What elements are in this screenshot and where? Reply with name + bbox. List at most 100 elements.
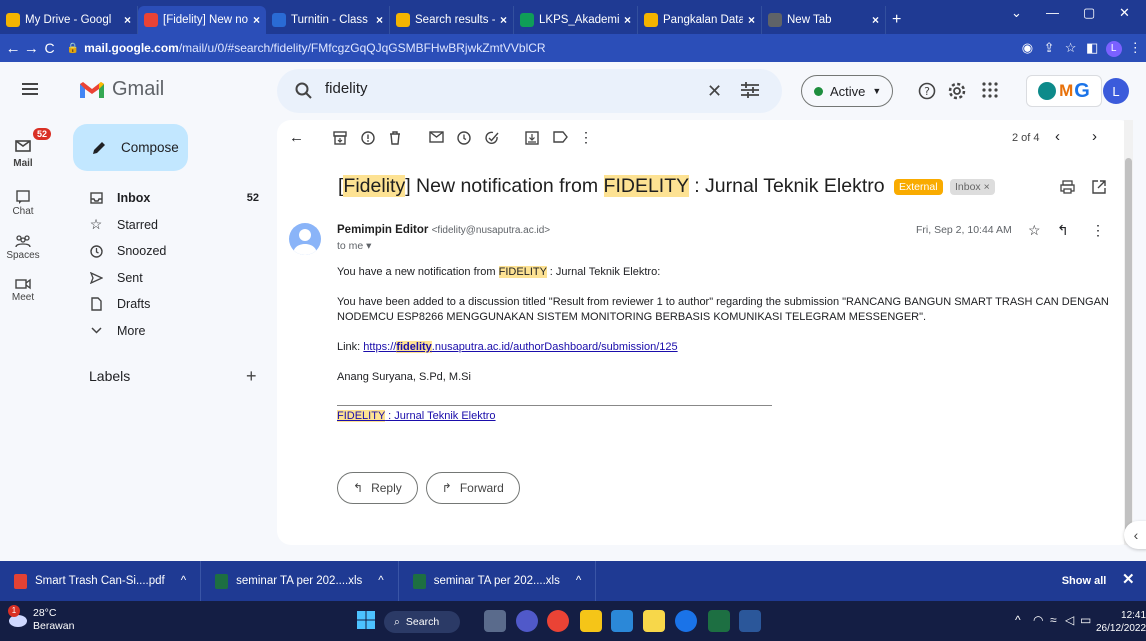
search-input[interactable]	[325, 80, 655, 97]
minimize-button[interactable]: —	[1046, 5, 1059, 20]
word-icon[interactable]	[739, 610, 761, 632]
back-arrow-icon[interactable]: ←	[4, 40, 22, 57]
mark-unread-icon[interactable]	[429, 131, 444, 143]
task-view-icon[interactable]	[484, 610, 506, 632]
reply-button[interactable]: ↰ Reply	[337, 472, 418, 504]
system-clock[interactable]: 12:41 26/12/2022	[1096, 609, 1146, 635]
account-avatar[interactable]: L	[1103, 78, 1129, 104]
archive-icon[interactable]	[333, 131, 347, 145]
volume-icon[interactable]: ◁	[1065, 613, 1074, 627]
star-message-icon[interactable]: ☆	[1028, 222, 1041, 239]
nav-item-inbox[interactable]: Inbox 52	[64, 185, 269, 212]
sender-name[interactable]: Pemimpin Editor	[337, 224, 428, 236]
tab-close-icon[interactable]: ×	[748, 13, 755, 27]
forward-button[interactable]: ↱ Forward	[425, 472, 520, 504]
browser-tab[interactable]: New Tab ×	[762, 6, 886, 34]
reply-arrow-icon[interactable]: ↰	[1057, 222, 1069, 239]
bookmark-star-icon[interactable]: ☆	[1060, 40, 1082, 56]
chat-app-icon[interactable]	[516, 610, 538, 632]
report-spam-icon[interactable]	[361, 131, 375, 145]
profile-avatar[interactable]: L	[1103, 39, 1125, 57]
chrome-profile-icon[interactable]	[675, 610, 697, 632]
more-options-icon[interactable]: ⋮	[579, 129, 593, 146]
windows-start-icon[interactable]	[356, 610, 378, 632]
print-icon[interactable]	[1060, 180, 1075, 194]
mail-app-icon[interactable]	[611, 610, 633, 632]
download-item[interactable]: Smart Trash Can-Si....pdf ^	[0, 561, 202, 601]
browser-tab[interactable]: [Fidelity] New no ×	[138, 6, 266, 34]
add-label-button[interactable]: +	[246, 366, 257, 387]
inbox-label-chip[interactable]: Inbox ×	[949, 178, 995, 195]
network-icon[interactable]: ◠	[1033, 613, 1043, 627]
organization-logo[interactable]: M G	[1026, 75, 1102, 107]
nav-item-snoozed[interactable]: Snoozed	[64, 238, 269, 265]
browser-menu-icon[interactable]: ⋮	[1124, 40, 1146, 56]
journal-footer-link[interactable]: FIDELITY : Jurnal Teknik Elektro	[337, 409, 1117, 424]
back-to-list-icon[interactable]: ←	[289, 129, 304, 146]
rail-meet[interactable]: Meet	[0, 278, 46, 303]
main-menu-icon[interactable]	[22, 82, 38, 96]
recipient-dropdown[interactable]: to me ▾	[337, 240, 371, 252]
delete-icon[interactable]	[389, 131, 401, 145]
browser-tab[interactable]: Search results - C ×	[390, 6, 514, 34]
move-to-icon[interactable]	[525, 131, 539, 145]
tab-close-icon[interactable]: ×	[872, 13, 879, 27]
weather-widget[interactable]: 1 28°C Berawan	[6, 605, 74, 633]
search-bar[interactable]: ✕	[277, 69, 782, 113]
excel-icon[interactable]	[708, 610, 730, 632]
url-field[interactable]: 🔒 mail.google.com /mail/u/0/#search/fide…	[67, 37, 957, 59]
compose-button[interactable]: Compose	[73, 124, 188, 171]
label-icon[interactable]	[553, 131, 568, 143]
forward-arrow-icon[interactable]: →	[22, 40, 40, 57]
message-more-icon[interactable]: ⋮	[1091, 222, 1105, 239]
add-task-icon[interactable]	[485, 131, 500, 145]
sticky-notes-icon[interactable]	[643, 610, 665, 632]
scrollbar[interactable]	[1124, 120, 1133, 545]
status-dropdown[interactable]: Active ▼	[801, 75, 893, 107]
older-chevron-icon[interactable]: ›	[1092, 128, 1097, 145]
nav-item-drafts[interactable]: Drafts	[64, 291, 269, 318]
maximize-button[interactable]: ▢	[1083, 5, 1095, 21]
snooze-icon[interactable]	[457, 131, 471, 145]
tab-close-icon[interactable]: ×	[500, 13, 507, 27]
tab-search-chevron-icon[interactable]: ⌄	[1011, 5, 1022, 21]
wifi-icon[interactable]: ≈	[1050, 613, 1057, 627]
side-panel-toggle[interactable]: ‹	[1124, 521, 1146, 549]
tab-close-icon[interactable]: ×	[624, 13, 631, 27]
search-options-icon[interactable]	[741, 82, 759, 98]
nav-item-starred[interactable]: ☆ Starred	[64, 212, 269, 239]
extension-icon[interactable]: ◉	[1017, 40, 1039, 56]
clear-search-icon[interactable]: ✕	[707, 81, 722, 102]
rail-chat[interactable]: Chat	[0, 190, 46, 217]
submission-link[interactable]: https://fidelity.nusaputra.ac.id/authorD…	[363, 341, 678, 353]
chrome-icon[interactable]	[547, 610, 569, 632]
battery-icon[interactable]: ▭	[1080, 613, 1091, 627]
tab-close-icon[interactable]: ×	[253, 13, 260, 27]
nav-item-more[interactable]: More	[64, 318, 269, 345]
browser-tab[interactable]: LKPS_Akademik_ ×	[514, 6, 638, 34]
newer-chevron-icon[interactable]: ‹	[1055, 128, 1060, 145]
show-all-button[interactable]: Show all	[1052, 569, 1116, 593]
close-window-button[interactable]: ✕	[1119, 5, 1130, 21]
download-menu-chevron-icon[interactable]: ^	[181, 575, 186, 587]
download-menu-chevron-icon[interactable]: ^	[576, 575, 581, 587]
rail-spaces[interactable]: Spaces	[0, 234, 46, 261]
tab-close-icon[interactable]: ×	[124, 13, 131, 27]
help-icon[interactable]: ?	[918, 82, 936, 100]
browser-tab[interactable]: Turnitin - Class P ×	[266, 6, 390, 34]
scrollbar-thumb[interactable]	[1125, 158, 1132, 538]
sidepanel-icon[interactable]: ◧	[1081, 40, 1103, 56]
reload-icon[interactable]: C	[40, 40, 58, 56]
download-item[interactable]: seminar TA per 202....xls ^	[201, 561, 399, 601]
share-icon[interactable]: ⇪	[1038, 40, 1060, 56]
browser-tab[interactable]: Pangkalan Data I ×	[638, 6, 762, 34]
gmail-logo[interactable]: Gmail	[79, 78, 164, 101]
tab-close-icon[interactable]: ×	[376, 13, 383, 27]
file-explorer-icon[interactable]	[580, 610, 602, 632]
rail-mail[interactable]: 52 Mail	[0, 128, 52, 169]
open-in-new-window-icon[interactable]	[1092, 180, 1106, 194]
new-tab-button[interactable]: +	[886, 6, 907, 34]
settings-gear-icon[interactable]	[948, 82, 966, 100]
taskbar-search[interactable]: ⌕ Search	[384, 611, 460, 633]
apps-grid-icon[interactable]	[982, 82, 998, 98]
